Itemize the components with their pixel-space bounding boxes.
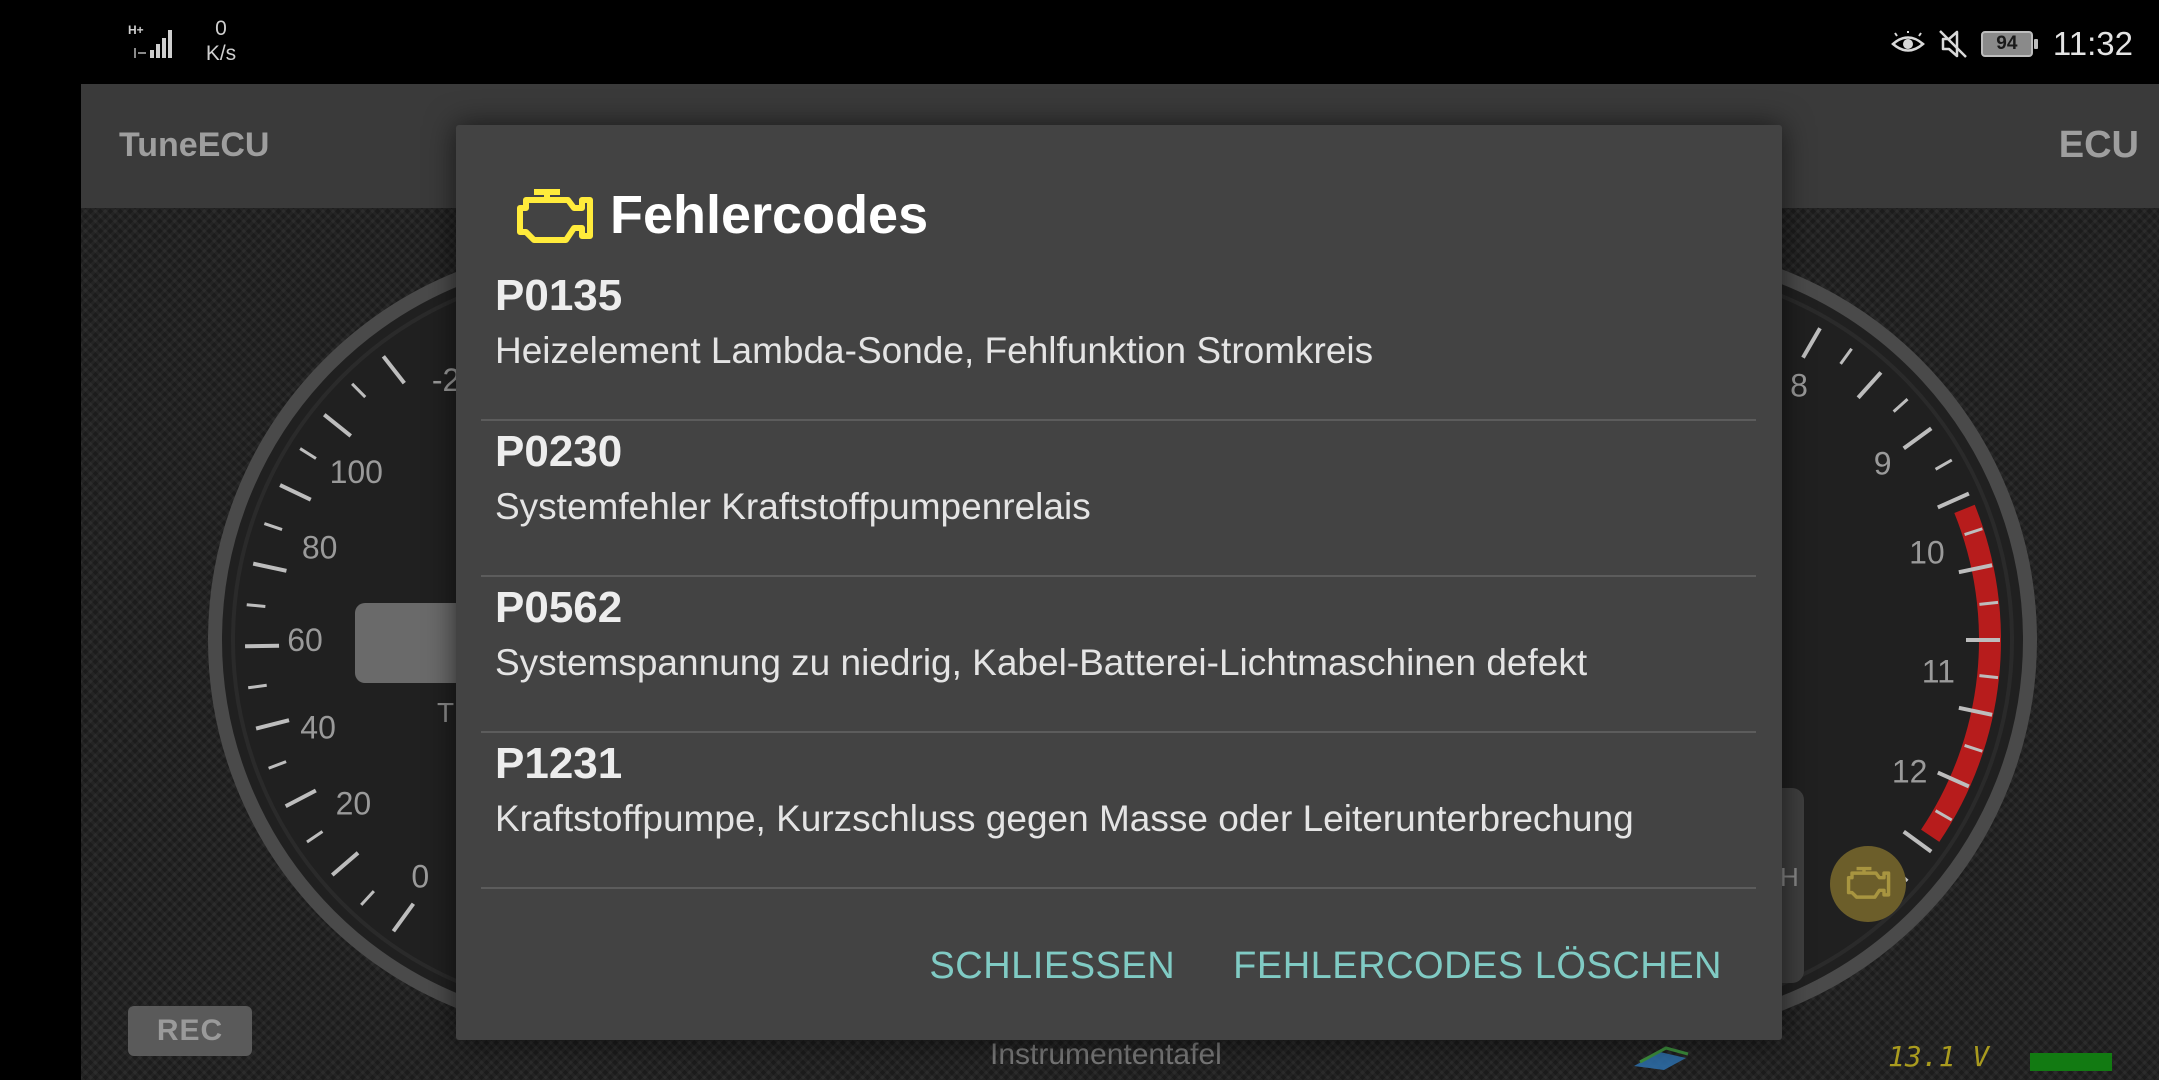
right-panel-letter: H bbox=[1780, 862, 1799, 892]
record-button[interactable]: REC bbox=[128, 1006, 252, 1056]
screen: H+ 0 K/s 94 11:32 TuneECU ECU -20 100 80… bbox=[0, 0, 2159, 1080]
gauge-label: 8 bbox=[1790, 368, 1808, 404]
sync-icon[interactable] bbox=[1630, 1044, 1694, 1074]
engine-warning-badge[interactable] bbox=[1830, 846, 1906, 922]
gauge-label: 10 bbox=[1909, 534, 1945, 570]
fault-code-description: Systemspannung zu niedrig, Kabel-Battere… bbox=[495, 642, 1588, 683]
left-panel-letter: T bbox=[437, 697, 455, 728]
fault-codes-dialog: Fehlercodes P0135 Heizelement Lambda-Son… bbox=[456, 125, 1782, 1040]
dialog-header: Fehlercodes bbox=[512, 180, 928, 250]
left-info-panel bbox=[355, 603, 465, 683]
fault-code-description: Systemfehler Kraftstoffpumpenrelais bbox=[495, 486, 1091, 527]
gauge-label: 100 bbox=[330, 454, 383, 490]
fault-code-description: Kraftstoffpumpe, Kurzschluss gegen Masse… bbox=[495, 798, 1634, 839]
fault-code-item[interactable]: P0230 Systemfehler Kraftstoffpumpenrelai… bbox=[481, 421, 1756, 577]
gauge-tick bbox=[246, 603, 266, 609]
gauge-label: 60 bbox=[287, 622, 323, 658]
fault-code-item[interactable]: P0135 Heizelement Lambda-Sonde, Fehlfunk… bbox=[481, 265, 1756, 421]
check-engine-icon bbox=[517, 189, 593, 243]
fault-code-item[interactable]: P1231 Kraftstoffpumpe, Kurzschluss gegen… bbox=[481, 733, 1756, 889]
gauge-tick bbox=[245, 643, 280, 649]
voltage-readout: 13.1 V bbox=[1888, 1040, 1990, 1073]
dialog-title: Fehlercodes bbox=[610, 185, 929, 245]
fault-code: P1231 bbox=[495, 739, 623, 788]
gauge-label: 0 bbox=[411, 858, 429, 894]
fault-code-description: Heizelement Lambda-Sonde, Fehlfunktion S… bbox=[495, 330, 1374, 371]
fault-code: P0562 bbox=[495, 583, 623, 632]
fault-code: P0230 bbox=[495, 427, 623, 476]
gauge-label: 12 bbox=[1892, 754, 1928, 790]
fault-code-list: P0135 Heizelement Lambda-Sonde, Fehlfunk… bbox=[481, 265, 1756, 889]
instrument-panel-label[interactable]: Instrumententafel bbox=[990, 1038, 1222, 1072]
gauge-label: 40 bbox=[300, 710, 336, 746]
fault-code: P0135 bbox=[495, 271, 623, 320]
gauge-label: 11 bbox=[1922, 653, 1955, 689]
gauge-label: 9 bbox=[1874, 446, 1892, 482]
gauge-label: 20 bbox=[336, 785, 372, 821]
dialog-actions: SCHLIESSEN FEHLERCODES LÖSCHEN bbox=[929, 945, 1722, 988]
voltage-bar bbox=[2030, 1053, 2112, 1071]
gauge-tick bbox=[1979, 674, 1999, 680]
check-engine-icon bbox=[1846, 866, 1891, 899]
clear-fault-codes-button[interactable]: FEHLERCODES LÖSCHEN bbox=[1233, 945, 1722, 988]
gauge-tick bbox=[1979, 600, 1999, 606]
close-button[interactable]: SCHLIESSEN bbox=[929, 945, 1175, 988]
gauge-label: 80 bbox=[302, 529, 338, 565]
fault-code-item[interactable]: P0562 Systemspannung zu niedrig, Kabel-B… bbox=[481, 577, 1756, 733]
